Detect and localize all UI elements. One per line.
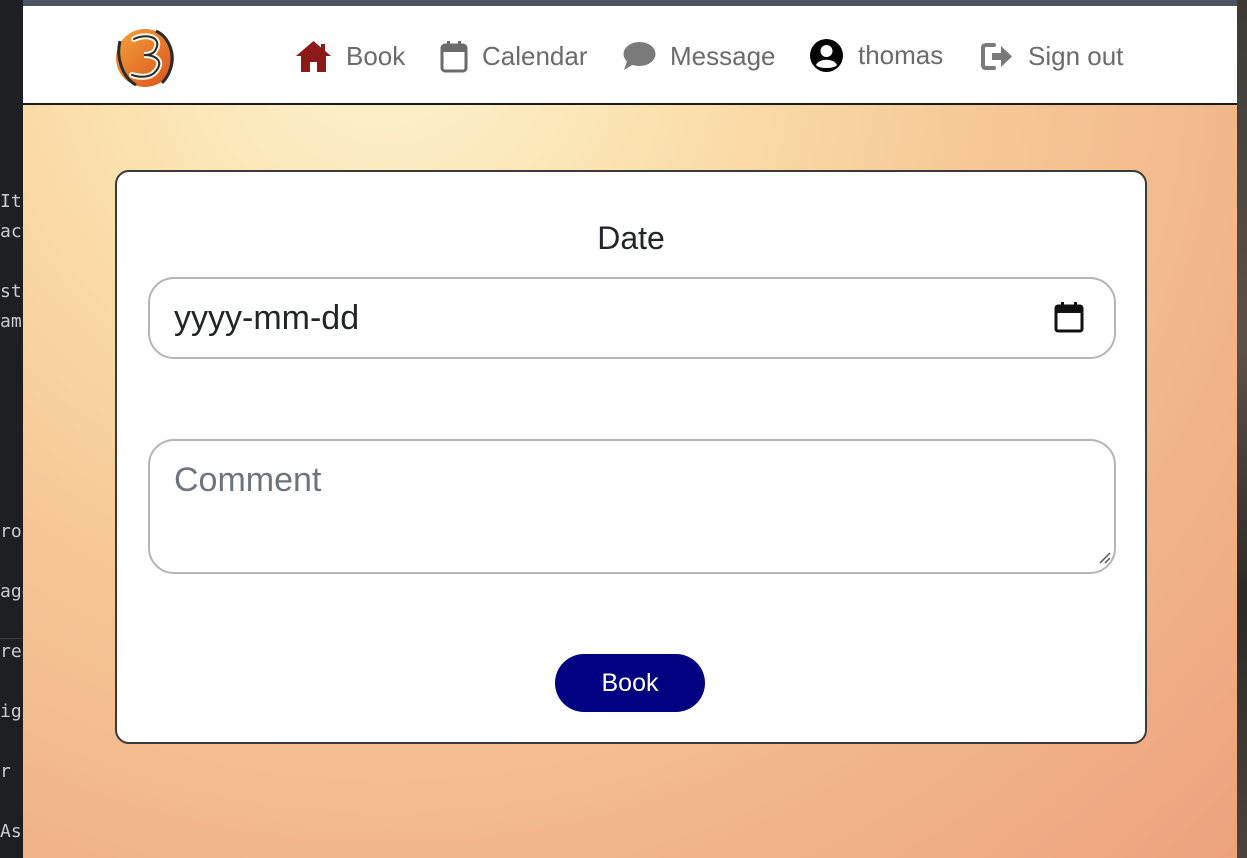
- nav-book[interactable]: Book: [295, 36, 405, 76]
- editor-text-fragment: ign: [0, 701, 23, 722]
- comment-icon: [623, 41, 656, 71]
- calendar-icon: [440, 40, 468, 73]
- comment-textarea[interactable]: Comment: [148, 439, 1116, 574]
- calendar-picker-icon[interactable]: [1054, 301, 1084, 338]
- editor-text-fragment: rea: [0, 641, 23, 662]
- booking-form-card: Date yyyy-mm-dd Comment Book: [115, 170, 1147, 744]
- nav-sign-out[interactable]: Sign out: [981, 36, 1123, 76]
- editor-text-fragment: age: [0, 581, 23, 602]
- comment-placeholder: Comment: [174, 461, 322, 499]
- date-label: Date: [597, 220, 665, 256]
- editor-text-fragment: As: [0, 821, 22, 842]
- editor-divider: [0, 638, 23, 639]
- nav-user[interactable]: thomas: [809, 35, 943, 75]
- editor-text-fragment: r i: [0, 761, 23, 782]
- date-field-value: yyyy-mm-dd: [174, 299, 360, 337]
- nav-calendar-label: Calendar: [482, 40, 588, 71]
- background-window-edge: [1237, 0, 1247, 858]
- editor-text-fragment: sta: [0, 281, 23, 302]
- nav-book-label: Book: [346, 40, 406, 71]
- editor-text-fragment: am.: [0, 311, 23, 332]
- nav-message-label: Message: [670, 40, 776, 71]
- nav-user-label: thomas: [858, 39, 944, 70]
- background-editor-panel: It act sta am. ron age rea ign r i As: [0, 0, 23, 858]
- navbar: Book Calendar Message thomas Sign out: [23, 6, 1237, 105]
- user-circle-icon: [809, 38, 844, 73]
- home-icon: [295, 40, 332, 72]
- editor-text-fragment: It: [0, 191, 22, 212]
- editor-text-fragment: act: [0, 221, 23, 242]
- brand-logo[interactable]: [112, 27, 178, 89]
- nav-sign-out-label: Sign out: [1028, 40, 1124, 71]
- nav-calendar[interactable]: Calendar: [440, 36, 588, 76]
- nav-message[interactable]: Message: [623, 36, 776, 76]
- date-field[interactable]: yyyy-mm-dd: [148, 277, 1116, 359]
- sign-out-icon: [981, 42, 1014, 71]
- editor-text-fragment: ron: [0, 521, 23, 542]
- app-window: Book Calendar Message thomas Sign out Da…: [23, 0, 1237, 858]
- resize-handle-icon[interactable]: [1096, 549, 1112, 570]
- book-button[interactable]: Book: [555, 654, 705, 712]
